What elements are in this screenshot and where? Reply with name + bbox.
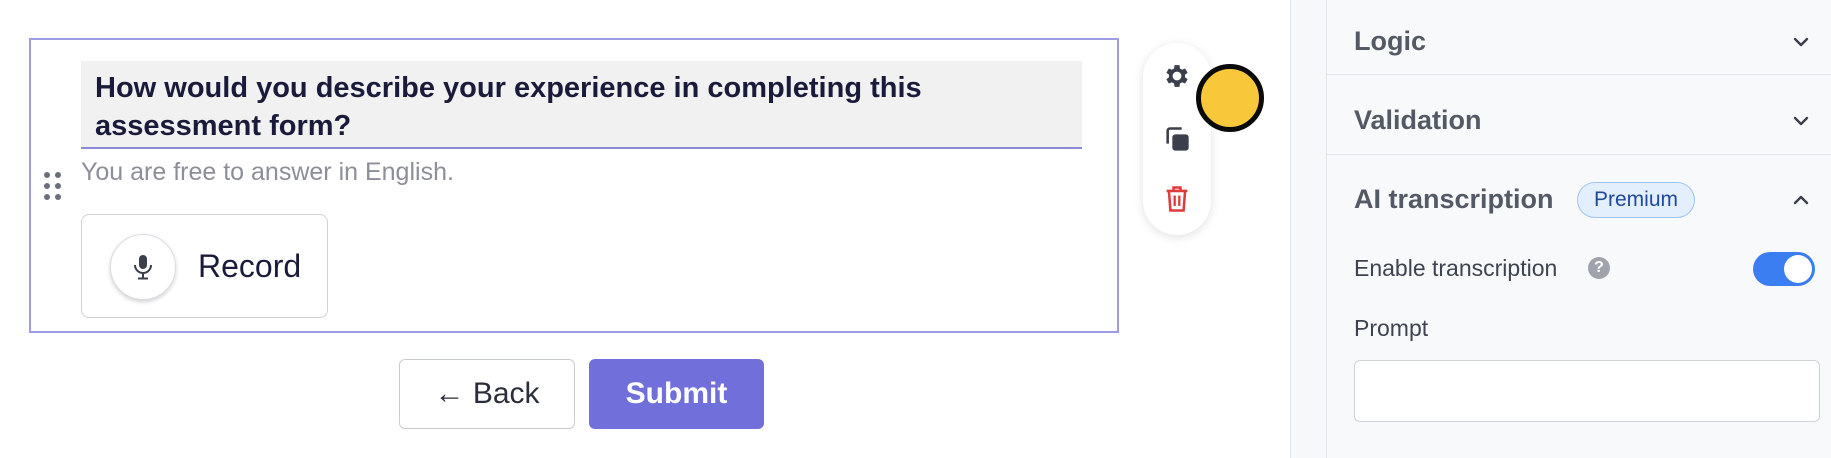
section-logic-title: Logic: [1354, 26, 1426, 56]
help-icon[interactable]: ?: [1588, 257, 1610, 279]
enable-transcription-label: Enable transcription: [1354, 255, 1558, 281]
toggle-knob: [1784, 255, 1812, 283]
chevron-down-icon: [1793, 116, 1809, 126]
section-validation-title: Validation: [1354, 105, 1482, 135]
prompt-label: Prompt: [1354, 315, 1429, 341]
premium-badge: Premium: [1577, 182, 1696, 218]
settings-panel: Logic Validation AI transcription Premiu…: [1326, 0, 1831, 458]
form-canvas: How would you describe your experience i…: [0, 0, 1290, 458]
question-help-text[interactable]: You are free to answer in English.: [81, 158, 454, 187]
drag-handle-icon[interactable]: [44, 172, 66, 204]
section-logic[interactable]: Logic: [1327, 0, 1831, 74]
submit-button[interactable]: Submit: [589, 359, 764, 429]
chevron-down-icon: [1793, 37, 1809, 47]
back-button[interactable]: ← Back: [399, 359, 575, 429]
record-button[interactable]: Record: [81, 214, 328, 318]
section-validation[interactable]: Validation: [1327, 75, 1831, 154]
enable-transcription-toggle[interactable]: [1753, 252, 1815, 286]
prompt-input[interactable]: [1354, 360, 1820, 422]
cursor-indicator: [1196, 64, 1264, 132]
record-label: Record: [198, 248, 302, 284]
trash-icon[interactable]: [1162, 184, 1192, 214]
gear-icon[interactable]: [1162, 61, 1192, 91]
section-ai-transcription-title: AI transcription: [1354, 184, 1554, 214]
chevron-up-icon: [1793, 195, 1809, 205]
question-actions-rail: [1143, 43, 1211, 235]
panel-gutter: [1290, 0, 1327, 458]
question-card[interactable]: How would you describe your experience i…: [29, 38, 1119, 333]
duplicate-icon[interactable]: [1162, 124, 1192, 154]
question-title[interactable]: How would you describe your experience i…: [81, 61, 1082, 149]
microphone-icon: [110, 234, 176, 300]
